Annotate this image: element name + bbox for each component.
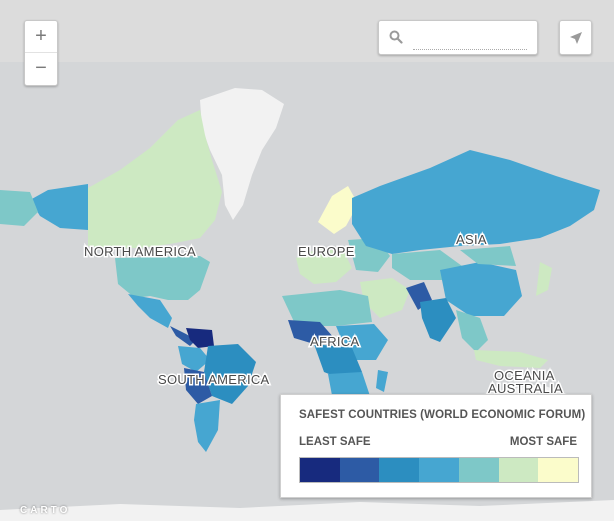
legend-swatch [498,458,539,482]
carto-logo: CARTO [20,505,71,516]
label-africa: AFRICA [310,334,359,349]
legend-swatch [379,458,420,482]
locate-arrow-icon [569,31,582,44]
search-input[interactable] [413,29,527,50]
legend-swatch [339,458,380,482]
zoom-out-button[interactable]: − [25,53,57,84]
zoom-in-button[interactable]: + [25,21,57,53]
legend-swatch [419,458,459,482]
legend-swatch [300,458,340,482]
label-south-america: SOUTH AMERICA [158,372,270,387]
legend-panel: SAFEST COUNTRIES (WORLD ECONOMIC FORUM) … [280,394,592,498]
label-asia: ASIA [456,232,487,247]
legend-high-label: MOST SAFE [509,436,577,448]
search-box[interactable] [378,20,538,55]
legend-color-ramp [299,457,579,483]
legend-title: SAFEST COUNTRIES (WORLD ECONOMIC FORUM) [299,409,586,421]
search-icon [389,30,403,44]
label-north-america: NORTH AMERICA [84,244,196,259]
label-europe: EUROPE [298,244,355,259]
zoom-control: + − [24,20,58,86]
legend-swatch [458,458,499,482]
legend-low-label: LEAST SAFE [299,436,371,448]
map-view[interactable]: NORTH AMERICA SOUTH AMERICA EUROPE AFRIC… [0,0,614,521]
locate-button[interactable] [559,20,592,55]
legend-swatch [538,458,579,482]
